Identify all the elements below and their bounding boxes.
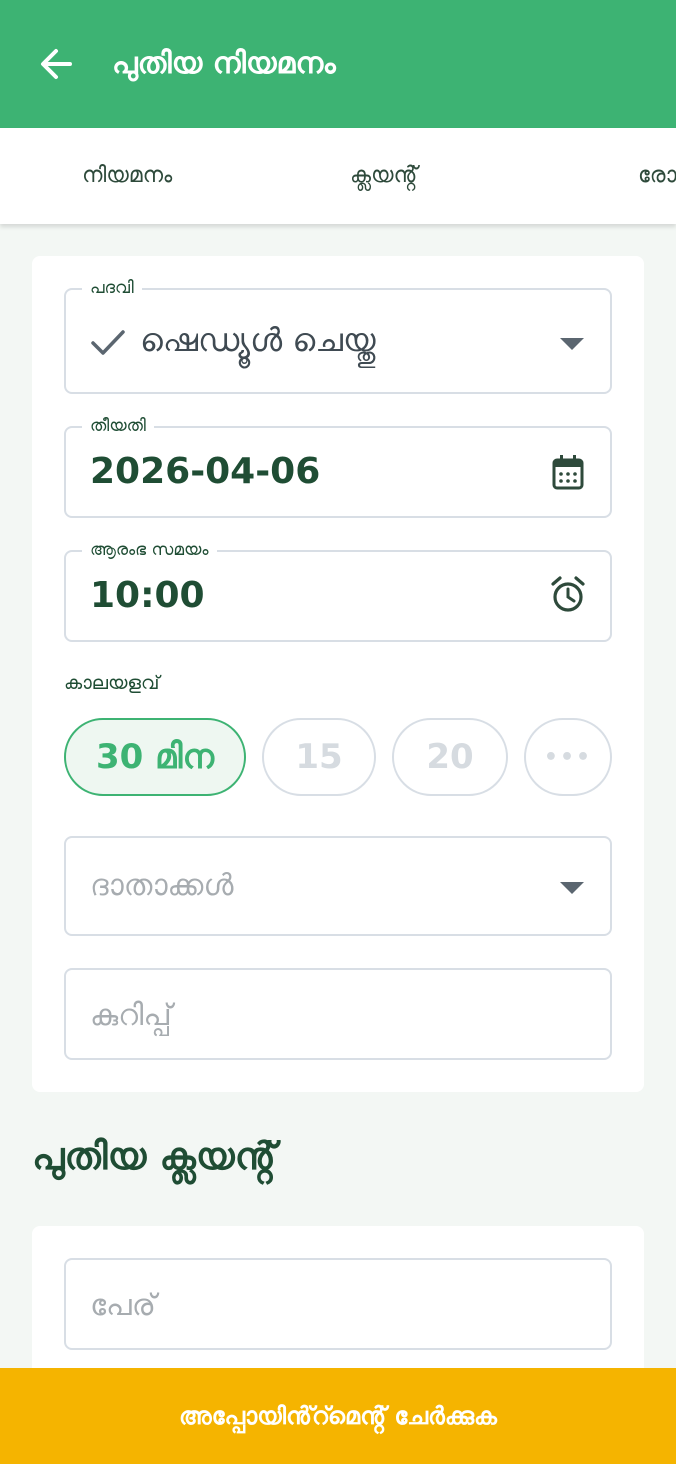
calendar-icon[interactable] <box>552 454 584 490</box>
chevron-down-icon <box>560 338 584 350</box>
app-bar: പുതിയ നിയമനം <box>0 0 676 128</box>
tab-bar: നിയമനം ക്ലയൻ്റ് രോ <box>0 128 676 224</box>
duration-more-button[interactable]: ••• <box>524 718 612 796</box>
providers-placeholder: ദാതാക്കൾ <box>90 868 234 903</box>
client-name-field[interactable]: പേര് <box>64 1258 612 1350</box>
date-label: തീയതി <box>82 415 154 437</box>
start-time-value: 10:00 <box>90 575 205 616</box>
duration-chip-20[interactable]: 20 <box>392 718 508 796</box>
start-time-label: ആരംഭ സമയം <box>82 539 217 561</box>
duration-chip-15[interactable]: 15 <box>262 718 376 796</box>
tab-appointment[interactable]: നിയമനം <box>82 158 172 194</box>
client-name-placeholder: പേര് <box>90 1288 156 1323</box>
back-button[interactable] <box>36 44 76 84</box>
notes-field[interactable]: കുറിപ്പ് <box>64 968 612 1060</box>
add-appointment-button[interactable]: അപ്പോയിൻ്റ്മെൻ്റ് ചേർക്കുക <box>0 1368 676 1464</box>
new-client-heading: പുതിയ ക്ലയൻ്റ് <box>32 1134 276 1178</box>
tab-patient[interactable]: രോ <box>638 158 676 194</box>
page-title: പുതിയ നിയമനം <box>112 46 336 81</box>
check-icon <box>91 330 125 355</box>
start-time-field[interactable]: ആരംഭ സമയം 10:00 <box>64 539 612 642</box>
tab-client[interactable]: ക്ലയൻ്റ് <box>350 158 417 194</box>
date-field[interactable]: തീയതി 2026-04-06 <box>64 415 612 518</box>
providers-select[interactable]: ദാതാക്കൾ <box>64 836 612 936</box>
status-select[interactable]: പദവി ഷെഡ്യൂൾ ചെയ്തു <box>64 277 612 394</box>
status-label: പദവി <box>82 277 142 299</box>
status-value: ഷെഡ്യൂൾ ചെയ്തു <box>140 321 376 359</box>
duration-chip-30[interactable]: 30 മിന <box>64 718 246 796</box>
chevron-down-icon <box>560 882 584 894</box>
alarm-clock-icon[interactable] <box>550 576 586 614</box>
date-value: 2026-04-06 <box>90 451 321 492</box>
duration-label: കാലയളവ് <box>64 672 160 694</box>
arrow-left-icon <box>41 49 72 79</box>
notes-placeholder: കുറിപ്പ് <box>90 998 172 1033</box>
